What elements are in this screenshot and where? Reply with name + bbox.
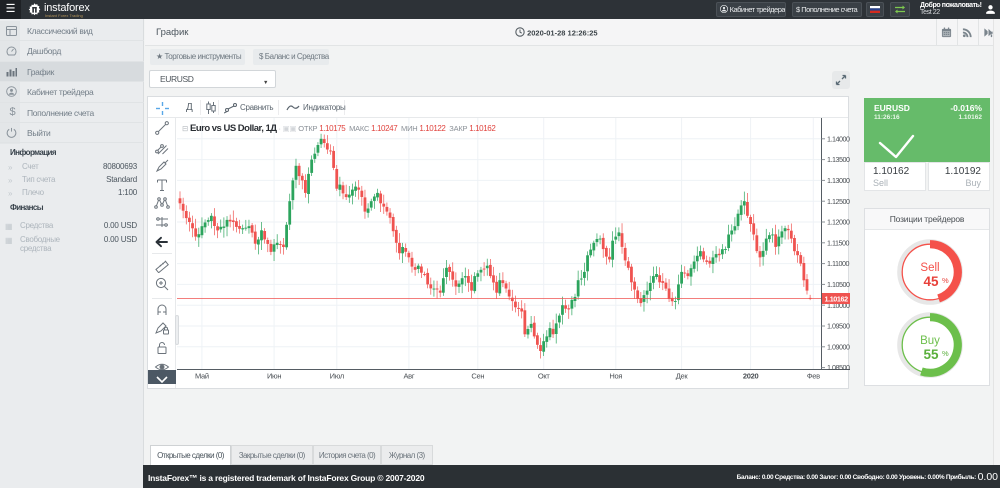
svg-text:1.11500: 1.11500 [827,238,849,247]
svg-text:1.08500: 1.08500 [827,363,850,372]
svg-text:%: % [942,276,949,285]
svg-text:1.13000: 1.13000 [827,176,850,185]
svg-text:1.14000: 1.14000 [827,134,850,143]
svg-text:Май: Май [195,372,209,381]
svg-text:1.10500: 1.10500 [827,280,850,289]
svg-text:2020: 2020 [743,372,759,381]
svg-text:Сен: Сен [471,372,484,381]
svg-text:1.13500: 1.13500 [827,155,850,164]
svg-text:Фев: Фев [807,372,820,381]
svg-text:Buy: Buy [920,335,940,347]
svg-text:Июн: Июн [267,372,281,381]
svg-text:55: 55 [923,347,939,362]
svg-text:1.09500: 1.09500 [827,322,850,331]
svg-text:1.10162: 1.10162 [825,294,849,303]
svg-text:45: 45 [923,274,939,289]
svg-text:%: % [942,349,949,358]
svg-text:Окт: Окт [538,372,551,381]
svg-text:Ноя: Ноя [609,372,622,381]
svg-text:1.12000: 1.12000 [827,218,850,227]
svg-text:Июл: Июл [330,372,344,381]
svg-text:1.11000: 1.11000 [827,259,849,268]
svg-text:1.12500: 1.12500 [827,197,850,206]
svg-text:1.09000: 1.09000 [827,342,850,351]
svg-text:Дек: Дек [676,372,689,381]
svg-text:Авг: Авг [403,372,414,381]
svg-text:Sell: Sell [920,262,939,274]
